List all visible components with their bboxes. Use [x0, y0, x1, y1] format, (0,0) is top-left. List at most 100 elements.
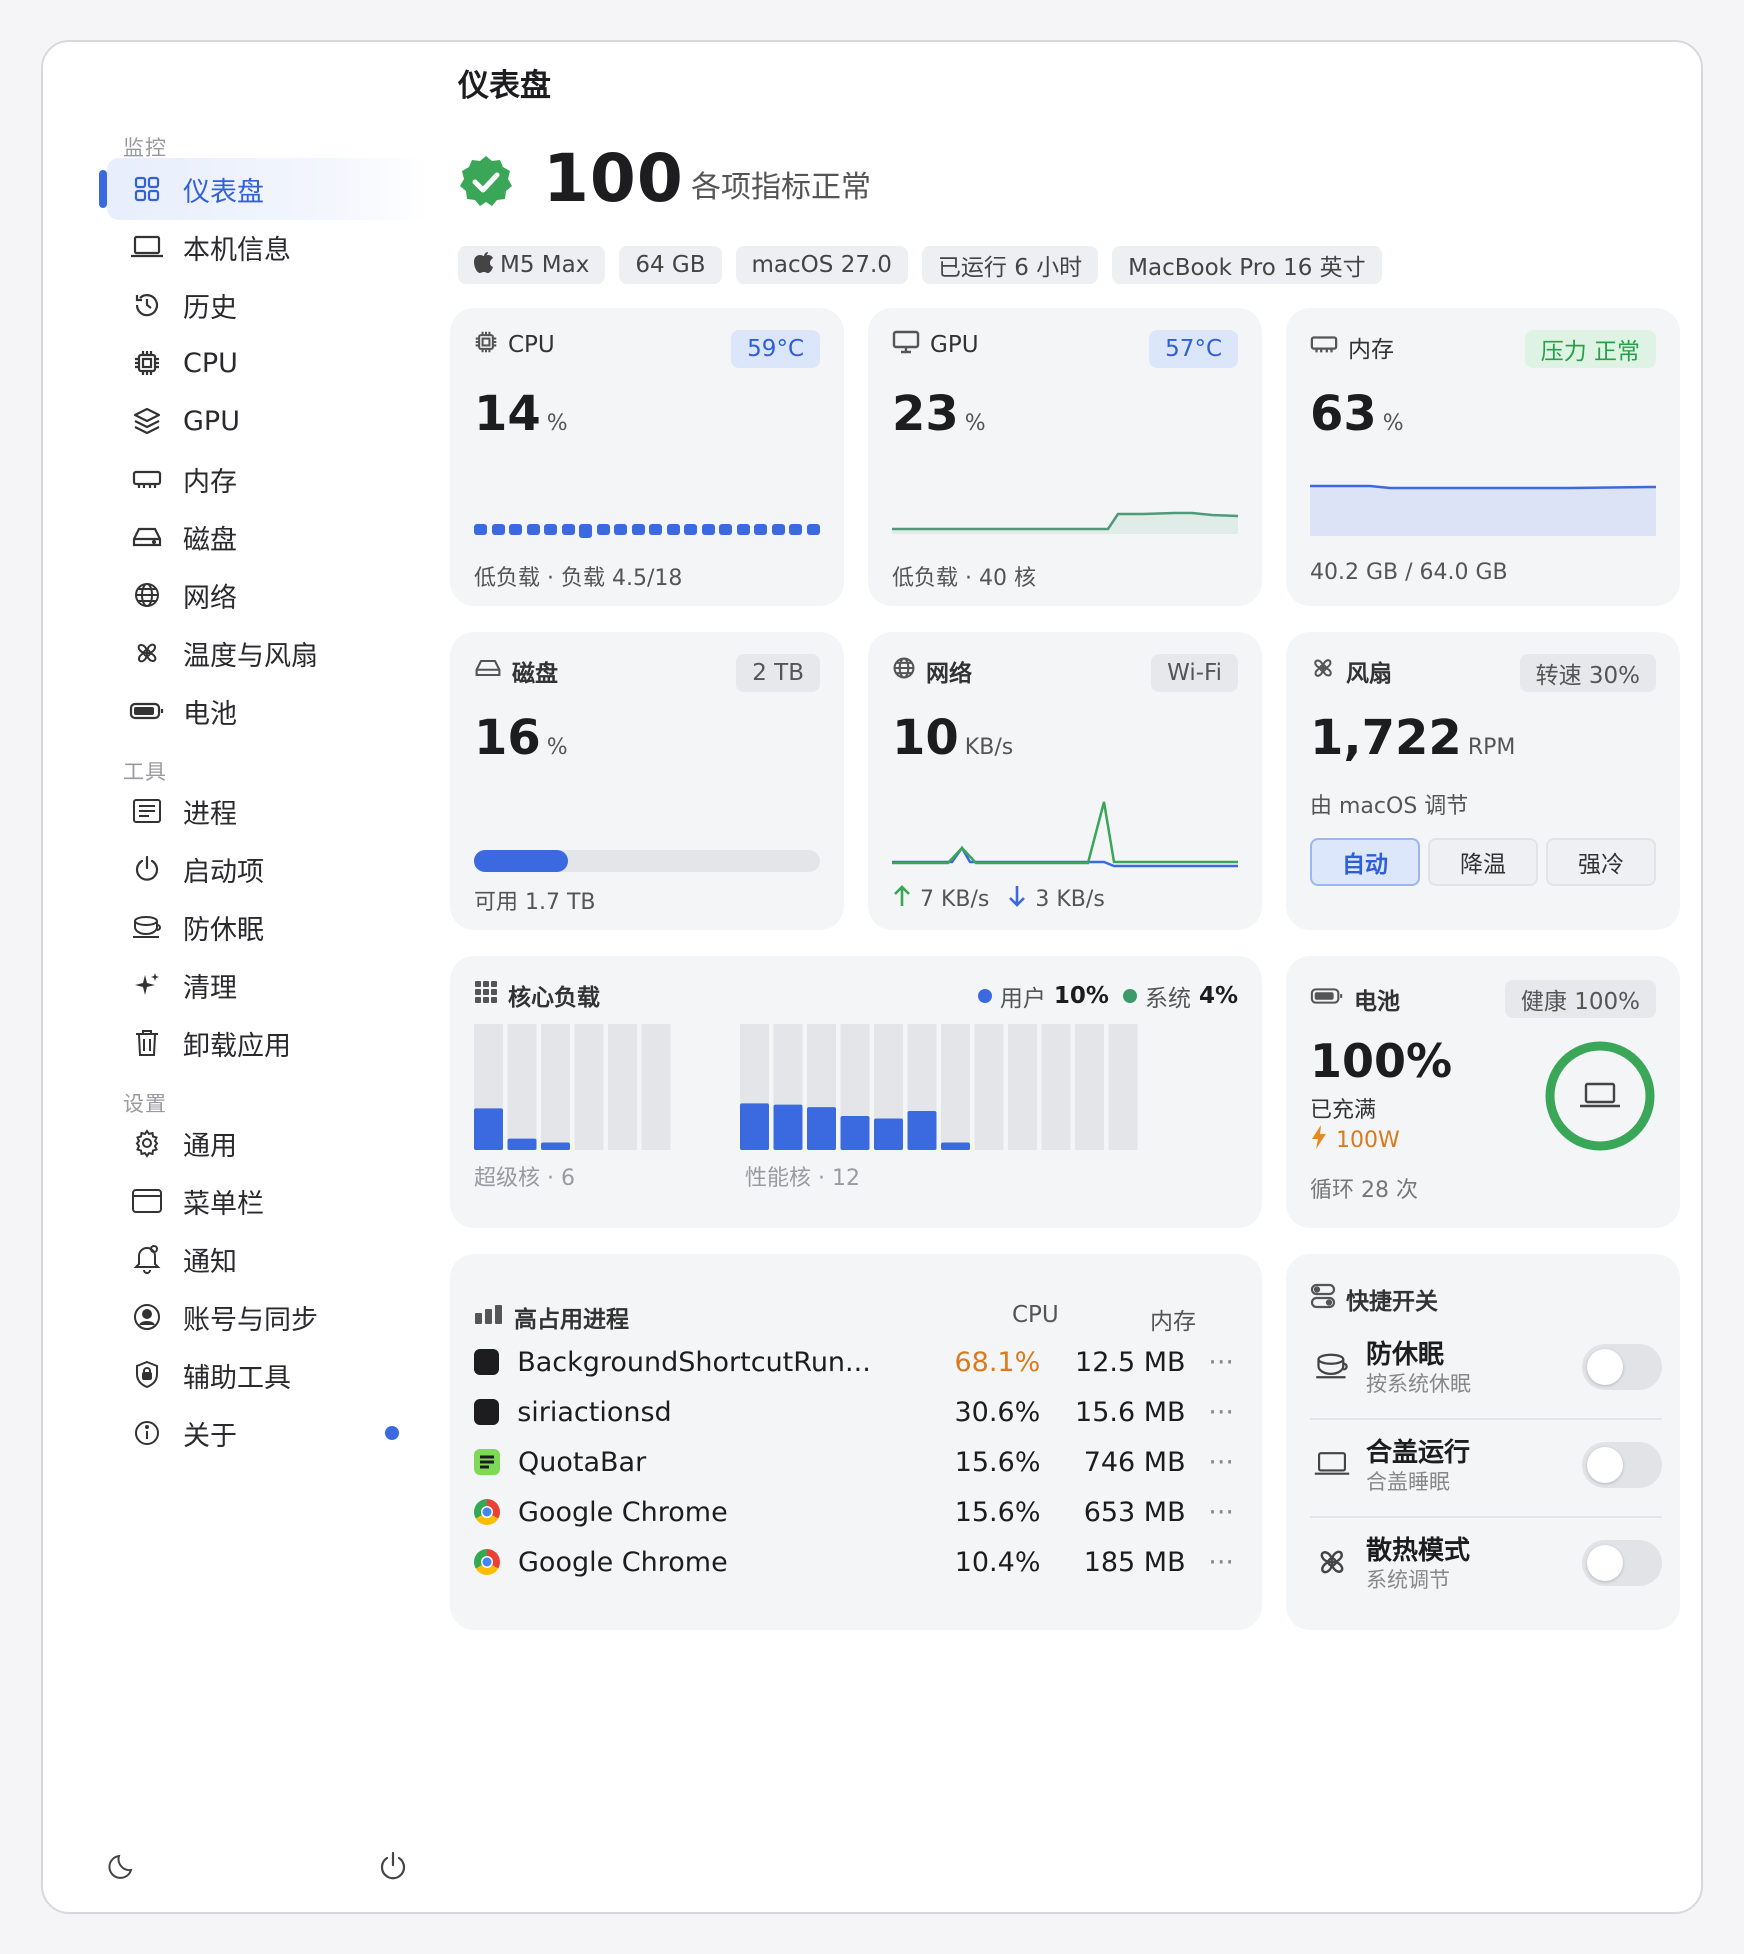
quick-toggle-subtitle: 合盖睡眠 [1366, 1470, 1450, 1494]
chrome-app-icon [474, 1549, 500, 1575]
process-name: siriactionsd [517, 1396, 672, 1428]
process-name: Google Chrome [518, 1496, 728, 1528]
cpu-load-dot [789, 524, 803, 535]
chip-model-name: MacBook Pro 16 英寸 [1112, 246, 1382, 284]
terminal-app-icon [474, 1349, 500, 1375]
more-ellipsis-icon[interactable]: ··· [1186, 1397, 1234, 1428]
quick-toggle-subtitle: 系统调节 [1366, 1568, 1450, 1592]
process-cpu: 15.6% [954, 1496, 1041, 1528]
process-row[interactable]: QuotaBar 15.6% 746 MB ··· [474, 1438, 1234, 1486]
cpu-footer: 低负载 · 负载 4.5/18 [474, 566, 683, 591]
legend-system-label: 系统 [1144, 986, 1191, 1012]
cpu-load-dot [736, 524, 750, 535]
quick-toggle-title: 合盖运行 [1366, 1438, 1471, 1468]
process-row[interactable]: BackgroundShortcutRun... 68.1% 12.5 MB ··· [474, 1338, 1234, 1386]
performance-core-bar [773, 1104, 803, 1150]
keep-awake-switch[interactable] [1582, 1344, 1662, 1390]
core-load-title: 核心负载 [508, 985, 600, 1011]
more-ellipsis-icon[interactable]: ··· [1186, 1447, 1234, 1478]
memory-pressure-badge: 压力 正常 [1524, 330, 1656, 368]
quick-toggle-cooling-mode: 散热模式 系统调节 [1310, 1522, 1662, 1602]
core-load-card[interactable]: 核心负载 用户 10% 系统 4% 超级核 · 6 性能核 · 12 [450, 956, 1262, 1228]
core-load-legend: 用户 10% 系统 4% [977, 978, 1238, 1014]
processes-col-memory: 内存 [1150, 1309, 1196, 1335]
quick-toggle-lid-closed-run: 合盖运行 合盖睡眠 [1310, 1424, 1662, 1504]
bar-chart-icon [474, 1303, 504, 1331]
super-core-bar-track [507, 1024, 537, 1150]
disk-drive-icon [474, 657, 502, 685]
cpu-card[interactable]: CPU 59°C 14% 低负载 · 负载 4.5/18 [450, 308, 844, 606]
cpu-load-dot [649, 524, 663, 535]
network-download-speed: 3 KB/s [1035, 886, 1105, 912]
performance-core-bar-track [1108, 1024, 1138, 1150]
process-row[interactable]: Google Chrome 15.6% 653 MB ··· [474, 1488, 1234, 1536]
disk-footer: 可用 1.7 TB [474, 890, 596, 915]
super-core-bar-track [574, 1024, 604, 1150]
chip-uptime: 已运行 6 小时 [921, 246, 1099, 284]
super-core-bar [507, 1138, 537, 1150]
quick-toggle-title: 散热模式 [1366, 1536, 1471, 1566]
performance-core-bar-track [941, 1024, 970, 1150]
network-card[interactable]: 网络 Wi-Fi 10 KB/s 7 KB/s 3 KB/s [868, 632, 1262, 930]
memory-usage-area-chart [1310, 484, 1656, 536]
cpu-load-dot [561, 524, 575, 535]
core-load-bars [474, 1024, 1138, 1150]
legend-user-swatch [977, 989, 992, 1003]
process-row[interactable]: siriactionsd 30.6% 15.6 MB ··· [474, 1388, 1234, 1436]
processes-title: 高占用进程 [514, 1307, 629, 1333]
performance-core-bar-track [974, 1024, 1004, 1150]
battery-card[interactable]: 电池 健康 100% 100% 已充满 100W 循环 28 次 [1286, 956, 1680, 1228]
battery-charge-status: 已充满 [1310, 1098, 1377, 1123]
memory-card[interactable]: 内存 压力 正常 63% 40.2 GB / 64.0 GB [1286, 308, 1680, 606]
cpu-load-dot [509, 524, 523, 535]
disk-card[interactable]: 磁盘 2 TB 16% 可用 1.7 TB [450, 632, 844, 930]
cpu-load-dot [754, 524, 768, 535]
cpu-load-dots [474, 524, 820, 538]
super-cores-label: 超级核 · 6 [474, 1166, 575, 1191]
quotabar-app-icon [474, 1449, 500, 1475]
more-ellipsis-icon[interactable]: ··· [1186, 1497, 1234, 1528]
battery-power-value: 100W [1336, 1127, 1400, 1153]
cpu-load-dot [631, 524, 645, 535]
memory-usage-value: 63 [1310, 386, 1377, 442]
cpu-load-dot [544, 524, 558, 535]
gpu-footer: 低负载 · 40 核 [892, 566, 1036, 591]
more-ellipsis-icon[interactable]: ··· [1186, 1347, 1234, 1378]
memory-usage-unit: % [1382, 411, 1404, 436]
chrome-app-icon [474, 1499, 500, 1525]
disk-usage-bar [474, 850, 820, 872]
fan-card[interactable]: 风扇 转速 30% 1,722 RPM 由 macOS 调节 自动 降温 强冷 [1286, 632, 1680, 930]
super-core-bar-track [641, 1024, 671, 1150]
processes-col-cpu: CPU [1012, 1302, 1059, 1328]
performance-core-bar-track [1075, 1024, 1104, 1150]
process-memory: 653 MB [1083, 1496, 1186, 1528]
fan-icon [1310, 1540, 1354, 1584]
fan-card-title: 风扇 [1346, 661, 1392, 687]
app-window: 监控 仪表盘 本机信息 历史 CPU GPU 内存 磁盘 网络 温度与风扇 电池… [41, 40, 1703, 1914]
disk-card-title: 磁盘 [512, 661, 558, 687]
cpu-load-dot [684, 524, 698, 535]
quick-toggle-title: 防休眠 [1366, 1340, 1445, 1370]
process-name: BackgroundShortcutRun... [517, 1346, 871, 1378]
fan-mode-cool-button[interactable]: 降温 [1428, 838, 1538, 886]
more-ellipsis-icon[interactable]: ··· [1186, 1547, 1234, 1578]
monitor-icon [892, 330, 920, 360]
process-cpu: 30.6% [954, 1396, 1041, 1428]
process-memory: 746 MB [1083, 1446, 1186, 1478]
gpu-card[interactable]: GPU 57°C 23% 低负载 · 40 核 [868, 308, 1262, 606]
lid-closed-run-switch[interactable] [1582, 1442, 1662, 1488]
laptop-icon [1580, 1082, 1620, 1108]
cpu-load-dot [666, 524, 680, 535]
network-upload-speed: 7 KB/s [920, 886, 990, 912]
quick-toggle-keep-awake: 防休眠 按系统休眠 [1310, 1326, 1662, 1406]
fan-mode-auto-button[interactable]: 自动 [1310, 838, 1420, 886]
process-row[interactable]: Google Chrome 10.4% 185 MB ··· [474, 1538, 1234, 1586]
fan-control-subtitle: 由 macOS 调节 [1310, 794, 1469, 819]
cpu-load-dot [596, 524, 610, 535]
grid-dots-icon [474, 980, 498, 1010]
process-memory: 185 MB [1083, 1546, 1186, 1578]
disk-usage-unit: % [546, 735, 568, 760]
fan-mode-max-cool-button[interactable]: 强冷 [1546, 838, 1656, 886]
disk-capacity-badge: 2 TB [736, 654, 820, 692]
cooling-mode-switch[interactable] [1582, 1540, 1662, 1586]
